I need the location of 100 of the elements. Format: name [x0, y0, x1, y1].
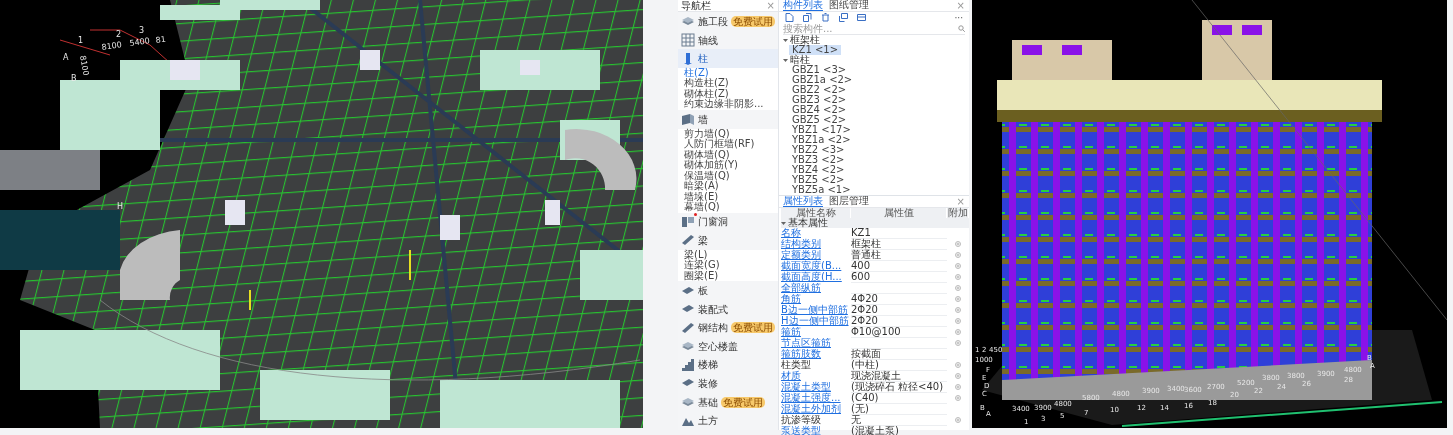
panel-tab[interactable]: 图层管理: [829, 196, 869, 207]
nav-category[interactable]: 钢结构 免费试用: [678, 318, 778, 337]
nav-category[interactable]: 梁: [678, 231, 778, 250]
nav-item[interactable]: 剪力墙(Q): [678, 128, 778, 140]
nav-item[interactable]: 连梁(G): [678, 260, 778, 271]
copy-icon[interactable]: [803, 13, 812, 22]
add-circle-icon[interactable]: [955, 252, 961, 258]
property-name[interactable]: 结构类别: [781, 239, 851, 249]
property-name[interactable]: 混凝土强度...: [781, 393, 851, 403]
property-value[interactable]: (混凝土泵): [851, 426, 947, 435]
layer-icon[interactable]: [857, 13, 866, 22]
tree-item[interactable]: GBZ5 <2>: [789, 115, 850, 125]
nav-category[interactable]: 施工段 免费试用: [678, 12, 778, 31]
panel-tab[interactable]: 属性列表: [783, 196, 823, 207]
new-file-icon[interactable]: [785, 13, 794, 22]
tree-item[interactable]: YBZ1a <2>: [789, 135, 854, 145]
property-name[interactable]: 箍筋: [781, 327, 851, 337]
tree-group[interactable]: 暗柱: [790, 55, 810, 65]
add-circle-icon[interactable]: [955, 417, 961, 423]
property-name[interactable]: 节点区箍筋: [781, 338, 851, 348]
add-circle-icon[interactable]: [955, 384, 961, 390]
property-value[interactable]: 400: [851, 261, 947, 272]
nav-category[interactable]: 空心楼盖: [678, 337, 778, 356]
duplicate-icon[interactable]: [839, 13, 848, 22]
add-circle-icon[interactable]: [955, 274, 961, 280]
property-value[interactable]: 2Φ20: [851, 305, 947, 316]
property-value[interactable]: 普通柱: [851, 250, 947, 261]
property-value[interactable]: (无): [851, 404, 947, 415]
tree-item[interactable]: GBZ3 <2>: [789, 95, 850, 105]
tree-item[interactable]: GBZ1a <2>: [789, 75, 856, 85]
nav-category[interactable]: 墙: [678, 109, 778, 129]
nav-item[interactable]: 柱(Z): [678, 67, 778, 79]
tree-item[interactable]: YBZ3 <2>: [789, 155, 848, 165]
nav-item[interactable]: 墙垛(E): [678, 191, 778, 203]
property-value[interactable]: 600: [851, 272, 947, 283]
property-value[interactable]: (中柱): [851, 360, 947, 371]
tree-group[interactable]: 框架柱: [790, 35, 820, 45]
nav-item[interactable]: 人防门框墙(RF): [678, 139, 778, 150]
property-name[interactable]: 全部纵筋: [781, 283, 851, 293]
nav-item[interactable]: 构造柱(Z): [678, 78, 778, 89]
nav-category[interactable]: 土方: [678, 411, 778, 430]
tree-item[interactable]: KZ1 <1>: [789, 45, 842, 55]
add-circle-icon[interactable]: [955, 307, 961, 313]
property-name[interactable]: 泵送类型: [781, 426, 851, 435]
property-name[interactable]: 混凝土外加剂: [781, 404, 851, 414]
property-value[interactable]: 2Φ20: [851, 316, 947, 327]
nav-item[interactable]: 约束边缘非阴影...: [678, 99, 778, 110]
add-circle-icon[interactable]: [955, 329, 961, 335]
tree-item[interactable]: YBZ1 <17>: [789, 125, 854, 135]
add-circle-icon[interactable]: [955, 285, 961, 291]
nav-category[interactable]: 板: [678, 281, 778, 300]
tree-item[interactable]: GBZ1 <3>: [789, 65, 850, 75]
property-name[interactable]: 定额类别: [781, 250, 851, 260]
property-value[interactable]: KZ1: [851, 228, 947, 239]
search-field[interactable]: 搜索构件...: [783, 22, 913, 35]
add-circle-icon[interactable]: [955, 362, 961, 368]
property-value[interactable]: 框架柱: [851, 239, 947, 250]
property-value[interactable]: Φ10@100: [851, 327, 947, 338]
add-circle-icon[interactable]: [955, 263, 961, 269]
add-circle-icon[interactable]: [955, 241, 961, 247]
property-name[interactable]: 混凝土类型: [781, 382, 851, 392]
nav-item[interactable]: 圈梁(E): [678, 270, 778, 282]
property-name[interactable]: 名称: [781, 228, 851, 238]
property-name[interactable]: 材质: [781, 371, 851, 381]
property-value[interactable]: (C40): [851, 393, 947, 404]
property-name[interactable]: B边一侧中部筋: [781, 305, 851, 315]
property-name[interactable]: 箍筋肢数: [781, 349, 851, 359]
property-value[interactable]: 4Φ20: [851, 294, 947, 305]
collapse-icon[interactable]: [783, 37, 788, 43]
property-name[interactable]: H边一侧中部筋: [781, 316, 851, 326]
nav-item[interactable]: 暗梁(A): [678, 181, 778, 192]
more-button[interactable]: ···: [954, 12, 963, 23]
add-circle-icon[interactable]: [955, 340, 961, 346]
add-circle-icon[interactable]: [955, 395, 961, 401]
tree-item[interactable]: YBZ5a <1>: [789, 185, 854, 195]
property-value[interactable]: (现浇碎石 粒径<40): [851, 382, 947, 393]
nav-item[interactable]: 砌体加筋(Y): [678, 160, 778, 171]
collapse-icon[interactable]: [781, 220, 786, 226]
add-circle-icon[interactable]: [955, 373, 961, 379]
tree-item[interactable]: GBZ4 <2>: [789, 105, 850, 115]
nav-category[interactable]: 柱: [678, 49, 778, 68]
property-value[interactable]: 按截面: [851, 349, 947, 360]
add-circle-icon[interactable]: [955, 296, 961, 302]
collapse-icon[interactable]: [783, 57, 788, 63]
property-name[interactable]: 截面宽度(B...: [781, 261, 851, 271]
delete-icon[interactable]: [821, 13, 830, 22]
add-circle-icon[interactable]: [955, 318, 961, 324]
nav-category[interactable]: 门窗洞: [678, 212, 778, 232]
panel-tab[interactable]: 构件列表: [783, 0, 823, 11]
panel-tab[interactable]: 图纸管理: [829, 0, 869, 11]
tree-item[interactable]: YBZ5 <2>: [789, 175, 848, 185]
tree-item[interactable]: YBZ4 <2>: [789, 165, 848, 175]
nav-item[interactable]: 幕墙(Q): [678, 202, 778, 213]
property-value[interactable]: 现浇混凝土: [851, 371, 947, 382]
tree-item[interactable]: GBZ2 <2>: [789, 85, 850, 95]
property-name[interactable]: 截面高度(H...: [781, 272, 851, 282]
nav-item[interactable]: 保温墙(Q): [678, 170, 778, 182]
nav-item[interactable]: 砌体柱(Z): [678, 88, 778, 100]
tree-item[interactable]: YBZ2 <3>: [789, 145, 848, 155]
property-name[interactable]: 角筋: [781, 294, 851, 304]
